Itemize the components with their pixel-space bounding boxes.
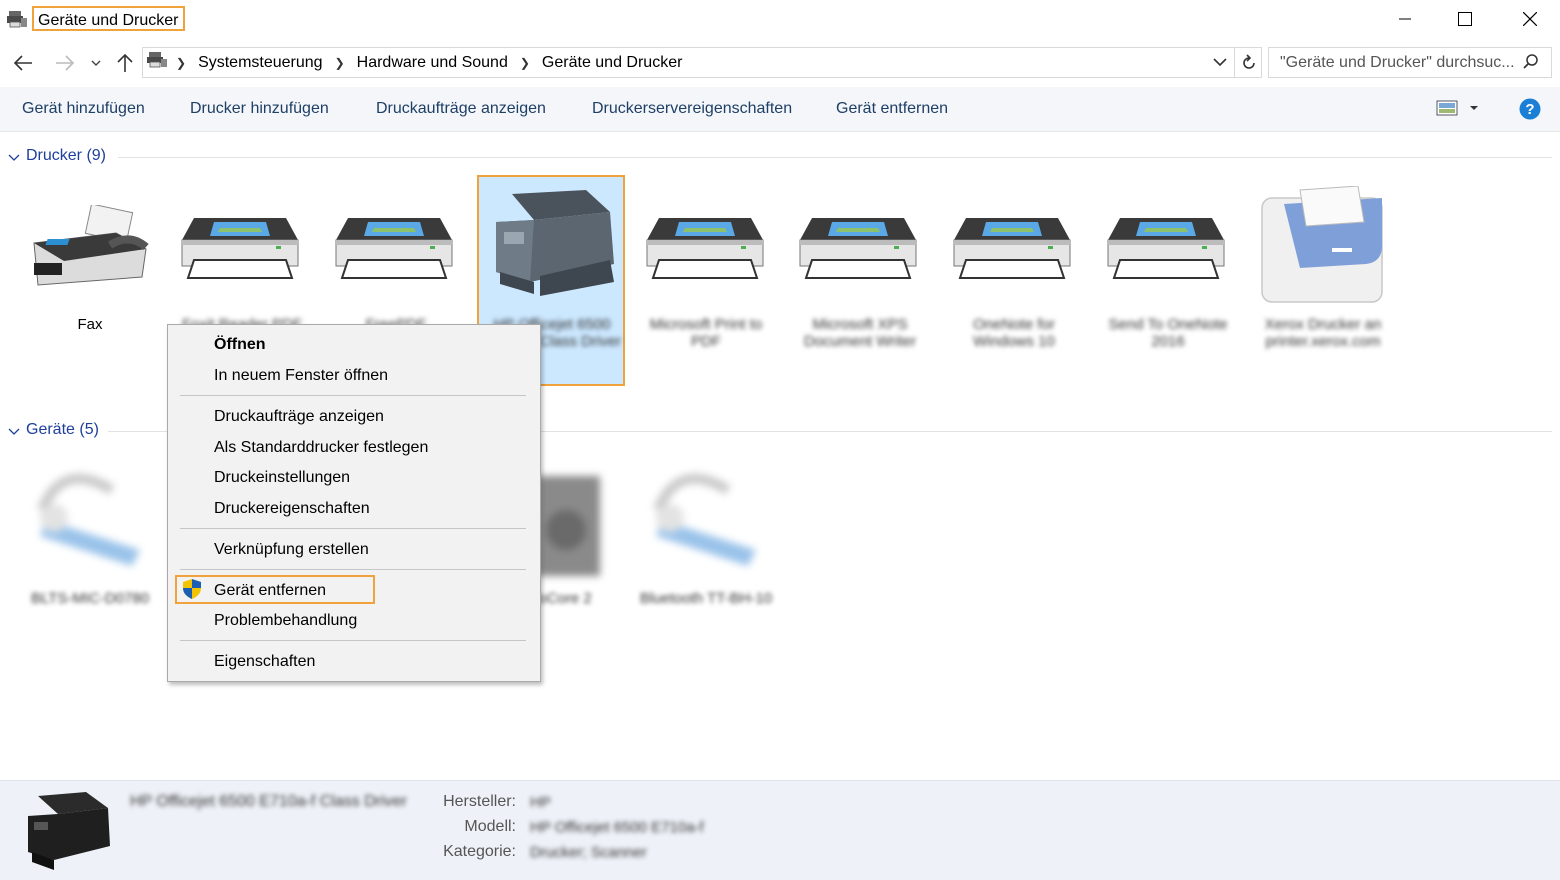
menu-item-show-jobs[interactable]: Druckaufträge anzeigen <box>214 401 384 432</box>
forward-button[interactable] <box>52 50 78 76</box>
menu-item-create-shortcut[interactable]: Verknüpfung erstellen <box>214 534 369 565</box>
headset-icon[interactable] <box>648 470 764 575</box>
menu-item-open-new-window[interactable]: In neuem Fenster öffnen <box>214 360 388 391</box>
title-bar <box>0 0 1560 38</box>
remove-device-button[interactable]: Gerät entfernen <box>836 87 948 131</box>
breadcrumb: ❯ Systemsteuerung ❯ Hardware und Sound ❯… <box>146 47 682 78</box>
refresh-icon <box>1243 53 1255 69</box>
add-device-button[interactable]: Gerät hinzufügen <box>22 87 145 131</box>
selected-device-thumbnail-icon <box>24 790 112 877</box>
chevron-down-icon <box>91 60 101 66</box>
printer-icon[interactable] <box>334 210 454 285</box>
details-device-name: HP Officejet 6500 E710a-f Class Driver <box>130 793 407 810</box>
details-manufacturer-value: HP <box>530 794 551 811</box>
details-model-label: Modell: <box>464 818 516 835</box>
printer-label-xerox: Xerox Drucker an printer.xerox.com <box>1264 316 1382 350</box>
add-printer-button[interactable]: Drucker hinzufügen <box>190 87 329 131</box>
chevron-down-icon <box>8 154 20 161</box>
close-icon <box>1523 12 1537 26</box>
view-icon <box>1436 100 1478 116</box>
location-icon <box>146 51 168 74</box>
group-collapse-toggle[interactable] <box>8 150 20 168</box>
multifunction-printer-icon[interactable] <box>490 186 618 306</box>
details-manufacturer-label: Hersteller: <box>443 793 516 810</box>
search-icon[interactable] <box>1522 53 1540 76</box>
menu-item-print-preferences[interactable]: Druckeinstellungen <box>214 462 350 493</box>
up-button[interactable] <box>112 50 138 76</box>
menu-item-printer-properties[interactable]: Druckereigenschaften <box>214 493 370 524</box>
device-label-3: Bluetooth TT-BH-10 <box>639 590 773 607</box>
address-dropdown-button[interactable] <box>1212 55 1228 74</box>
headset-icon[interactable] <box>32 470 148 575</box>
printer-icon[interactable] <box>645 210 765 285</box>
back-button[interactable] <box>10 50 36 76</box>
details-category-label: Kategorie: <box>443 843 516 860</box>
breadcrumb-item-devices[interactable]: Geräte und Drucker <box>542 54 683 72</box>
menu-separator <box>180 569 526 570</box>
maximize-icon <box>1458 12 1472 26</box>
printer-icon[interactable] <box>180 210 300 285</box>
show-print-jobs-button[interactable]: Druckaufträge anzeigen <box>376 87 546 131</box>
back-arrow-icon <box>13 55 32 71</box>
breadcrumb-item-systemsteuerung[interactable]: Systemsteuerung <box>198 54 323 72</box>
uac-shield-icon <box>182 578 202 605</box>
devices-group-header[interactable]: Geräte (5) <box>26 421 99 439</box>
search-placeholder: "Geräte und Drucker" durchsuc... <box>1280 54 1515 71</box>
device-label-1: BLTS-MIC-D0780 <box>30 590 150 607</box>
printer-label-fax: Fax <box>77 316 103 333</box>
speaker-icon[interactable] <box>536 470 602 585</box>
window-title: Geräte und Drucker <box>32 6 185 31</box>
chevron-right-icon[interactable]: ❯ <box>335 56 345 70</box>
group-divider <box>118 157 1552 158</box>
menu-item-troubleshoot[interactable]: Problembehandlung <box>214 605 357 636</box>
svg-text:?: ? <box>1525 101 1534 118</box>
print-server-properties-button[interactable]: Druckerservereigenschaften <box>592 87 792 131</box>
printer-label-send-onenote: Send To OneNote 2016 <box>1108 316 1228 350</box>
printer-label-ms-xps: Microsoft XPS Document Writer <box>803 316 917 350</box>
chevron-down-icon <box>8 428 20 435</box>
minimize-button[interactable] <box>1382 0 1428 38</box>
fax-icon[interactable] <box>30 203 150 295</box>
chevron-right-icon[interactable]: ❯ <box>520 56 530 70</box>
maximize-button[interactable] <box>1442 0 1488 38</box>
close-button[interactable] <box>1507 0 1553 38</box>
menu-separator <box>180 528 526 529</box>
recent-locations-button[interactable] <box>84 50 108 76</box>
help-button[interactable]: ? <box>1519 98 1541 125</box>
minimize-icon <box>1399 18 1411 20</box>
breadcrumb-item-hardware[interactable]: Hardware und Sound <box>357 54 508 72</box>
printers-group-header[interactable]: Drucker (9) <box>26 147 106 165</box>
refresh-button[interactable] <box>1234 47 1263 78</box>
printer-label-ms-pdf: Microsoft Print to PDF <box>649 316 763 350</box>
change-view-button[interactable] <box>1436 100 1482 121</box>
forward-arrow-icon <box>56 55 75 71</box>
menu-item-remove-device[interactable]: Gerät entfernen <box>214 575 326 606</box>
details-category-value: Drucker; Scanner <box>530 844 647 861</box>
menu-item-properties[interactable]: Eigenschaften <box>214 646 315 677</box>
help-icon: ? <box>1519 98 1541 120</box>
up-arrow-icon <box>117 53 133 72</box>
printer-icon[interactable] <box>1106 210 1226 285</box>
menu-separator <box>180 640 526 641</box>
details-model-value: HP Officejet 6500 E710a-f <box>530 819 704 836</box>
menu-item-set-default[interactable]: Als Standarddrucker festlegen <box>214 432 428 463</box>
printer-icon[interactable] <box>952 210 1072 285</box>
xerox-printer-icon[interactable] <box>1260 185 1386 311</box>
devices-printers-icon <box>6 9 28 29</box>
group-collapse-toggle[interactable] <box>8 424 20 442</box>
chevron-right-icon: ❯ <box>176 55 187 70</box>
menu-separator <box>180 395 526 396</box>
printer-label-onenote: OneNote for Windows 10 <box>973 316 1055 350</box>
printer-icon[interactable] <box>798 210 918 285</box>
menu-item-open[interactable]: Öffnen <box>214 329 266 360</box>
chevron-down-icon <box>1213 58 1227 67</box>
